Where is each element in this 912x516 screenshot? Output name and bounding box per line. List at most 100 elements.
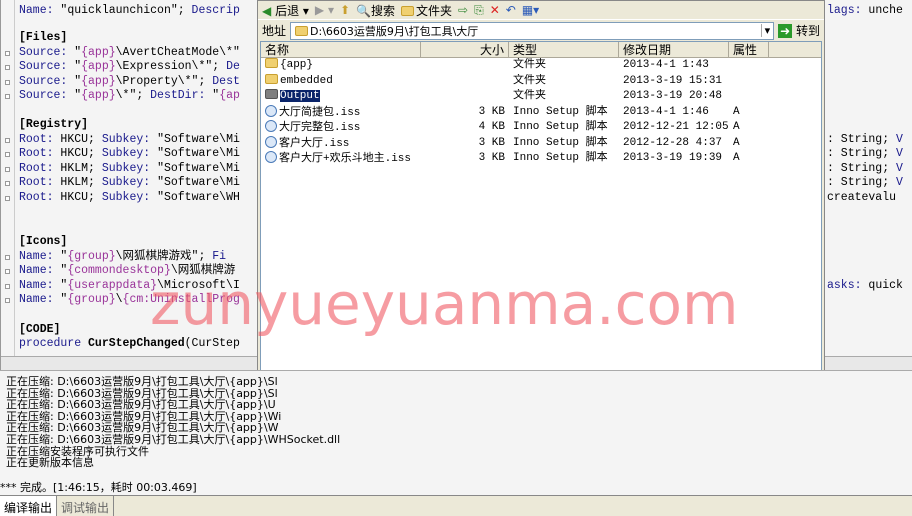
- breakpoint-marker[interactable]: [5, 65, 10, 70]
- code-token: unche: [868, 4, 903, 17]
- code-token: {commondesktop}: [67, 264, 171, 277]
- code-line: [Registry]: [19, 118, 88, 132]
- code-token: Subkey:: [101, 191, 158, 204]
- code-line: Name: "{group}\{cm:UninstallProg: [19, 293, 240, 307]
- file-attr: A: [733, 105, 740, 118]
- file-size: 3 KB: [478, 136, 505, 149]
- code-line: asks: quick: [827, 279, 903, 293]
- code-token: \Property\*";: [115, 75, 213, 88]
- file-attr: [729, 89, 769, 105]
- file-row[interactable]: embedded 文件夹 2013-3-19 15:31: [261, 73, 821, 90]
- code-token: {app}: [81, 89, 116, 102]
- file-date: 2012-12-21 12:05: [623, 121, 729, 133]
- tab-debug-output[interactable]: 调试输出: [57, 496, 115, 516]
- code-token: : String;: [827, 147, 897, 160]
- file-name: 客户大厅+欢乐斗地主.iss: [279, 153, 412, 165]
- breakpoint-marker[interactable]: [5, 51, 10, 56]
- breakpoint-marker[interactable]: [5, 255, 10, 260]
- file-row[interactable]: Output 文件夹 2013-3-19 20:48: [261, 89, 821, 105]
- code-token: HKCU;: [60, 147, 102, 160]
- column-date[interactable]: 修改日期: [619, 42, 729, 57]
- up-folder-icon[interactable]: ⬆: [340, 3, 350, 17]
- breakpoint-marker[interactable]: [5, 181, 10, 186]
- breakpoint-marker[interactable]: [5, 94, 10, 99]
- code-token: \Microsoft\I: [157, 279, 240, 292]
- tab-compile-output[interactable]: 编译输出: [0, 496, 58, 516]
- column-attr[interactable]: 属性: [729, 42, 769, 57]
- breakpoint-marker[interactable]: [5, 196, 10, 201]
- code-token: \网狐棋牌游: [170, 264, 236, 277]
- file-row[interactable]: 客户大厅.iss 3 KB Inno Setup 脚本 2012-12-28 4…: [261, 135, 821, 152]
- back-button[interactable]: ◀ 后退 ▾: [262, 2, 309, 19]
- file-attr: [729, 74, 769, 90]
- breakpoint-marker[interactable]: [5, 298, 10, 303]
- code-token: : String;: [827, 133, 897, 146]
- column-name[interactable]: 名称: [261, 42, 421, 57]
- code-token: Name:: [19, 293, 61, 306]
- code-token: V: [896, 147, 903, 160]
- code-token: "Software\Mi: [157, 147, 240, 160]
- code-line: [CODE]: [19, 323, 60, 337]
- column-type[interactable]: 类型: [509, 42, 619, 57]
- file-name: {app}: [280, 59, 314, 71]
- file-name: embedded: [280, 74, 333, 87]
- code-token: {cm:UninstallProg: [122, 293, 240, 306]
- code-line: Source: "{app}\Property\*"; Dest: [19, 75, 240, 89]
- forward-button[interactable]: ▶ ▾: [315, 3, 334, 17]
- folder-icon: [295, 25, 309, 36]
- code-token: (CurStep: [184, 337, 240, 350]
- go-arrow-icon: ➜: [778, 24, 793, 38]
- code-line: Root: HKCU; Subkey: "Software\WH: [19, 191, 240, 205]
- code-token: Subkey:: [101, 133, 158, 146]
- file-date: 2013-4-1 1:46: [623, 105, 709, 118]
- file-size: [421, 89, 509, 105]
- breakpoint-marker[interactable]: [5, 167, 10, 172]
- breakpoint-marker[interactable]: [5, 138, 10, 143]
- views-icon[interactable]: ▦▾: [522, 3, 539, 17]
- code-token: "Software\Mi: [157, 176, 240, 189]
- code-line: Root: HKLM; Subkey: "Software\Mi: [19, 176, 240, 190]
- code-line: Name: "{group}\网狐棋牌游戏"; Fi: [19, 250, 226, 264]
- code-token: "quicklaunchicon";: [60, 4, 192, 17]
- code-token: Name:: [19, 264, 61, 277]
- toolbar: ◀ 后退 ▾ ▶ ▾ ⬆ 🔍搜索 文件夹 ⇨ ⎘ ✕ ↶ ▦▾: [258, 1, 824, 19]
- address-input[interactable]: D:\6603运营版9月\打包工具\大厅 ▾: [290, 21, 775, 40]
- code-token: Root:: [19, 191, 61, 204]
- code-token: [Files]: [19, 31, 68, 44]
- code-token: [Registry]: [19, 118, 89, 131]
- go-button[interactable]: ➜ 转到: [778, 22, 820, 39]
- breakpoint-marker[interactable]: [5, 152, 10, 157]
- folders-button[interactable]: 文件夹: [401, 2, 452, 19]
- back-arrow-icon: ◀: [262, 3, 272, 18]
- column-size[interactable]: 大小: [421, 42, 509, 57]
- code-token: Root:: [19, 162, 61, 175]
- breakpoint-marker[interactable]: [5, 284, 10, 289]
- file-row[interactable]: 大厅完整包.iss 4 KB Inno Setup 脚本 2012-12-21 …: [261, 120, 821, 136]
- copy-to-icon[interactable]: ⎘: [474, 3, 484, 18]
- code-token: \: [115, 293, 123, 306]
- file-attr: [729, 58, 769, 74]
- code-token: Name:: [19, 4, 61, 17]
- dropdown-arrow-icon[interactable]: ▾: [760, 24, 774, 37]
- script-file-icon: [265, 120, 277, 132]
- code-line: Root: HKCU; Subkey: "Software\Mi: [19, 133, 240, 147]
- file-row[interactable]: {app} 文件夹 2013-4-1 1:43: [261, 58, 821, 74]
- breakpoint-marker[interactable]: [5, 269, 10, 274]
- undo-icon[interactable]: ↶: [506, 3, 516, 17]
- code-line: : String; V: [827, 176, 903, 190]
- delete-icon[interactable]: ✕: [490, 3, 500, 17]
- breakpoint-marker[interactable]: [5, 80, 10, 85]
- file-type: Inno Setup 脚本: [513, 136, 608, 149]
- folder-icon: [265, 89, 278, 99]
- file-row[interactable]: 大厅简捷包.iss 3 KB Inno Setup 脚本 2013-4-1 1:…: [261, 104, 821, 121]
- file-size: [421, 74, 509, 90]
- code-token: HKLM;: [60, 176, 102, 189]
- search-button[interactable]: 🔍搜索: [356, 2, 395, 19]
- file-date: 2013-4-1 1:43: [623, 59, 709, 71]
- done-status: *** 完成。[1:46:15，耗时 00:03.469]: [0, 481, 197, 494]
- code-token: Subkey:: [101, 176, 158, 189]
- move-to-icon[interactable]: ⇨: [458, 3, 468, 17]
- code-token: lags:: [827, 4, 869, 17]
- file-row[interactable]: 客户大厅+欢乐斗地主.iss 3 KB Inno Setup 脚本 2013-3…: [261, 151, 821, 167]
- code-token: "Software\Mi: [157, 162, 240, 175]
